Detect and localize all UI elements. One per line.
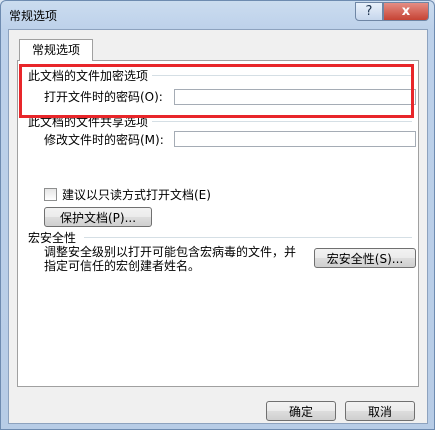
open-password-label: 打开文件时的密码(O): <box>44 90 163 104</box>
sharing-section-title: 此文档的文件共享选项 <box>28 115 149 129</box>
help-button[interactable]: ? <box>355 2 383 21</box>
encryption-section-divider <box>152 75 412 76</box>
help-icon: ? <box>365 4 373 19</box>
dialog-client-area: 常规选项 此文档的文件加密选项 打开文件时的密码(O): 此文档的文件共享选项 … <box>8 29 428 424</box>
ok-button[interactable]: 确定 <box>266 401 336 421</box>
protect-document-button[interactable]: 保护文档(P)... <box>44 207 152 227</box>
title-bar[interactable]: 常规选项 ? x <box>1 1 434 29</box>
modify-password-label: 修改文件时的密码(M): <box>44 133 164 147</box>
dialog-window: 常规选项 ? x 常规选项 此文档的文件加密选项 打开文件时的密码(O): 此文… <box>0 0 435 430</box>
macro-section-title: 宏安全性 <box>28 231 77 245</box>
macro-section-divider <box>84 237 412 238</box>
sharing-section-divider <box>152 121 412 122</box>
close-icon: x <box>401 4 411 19</box>
modify-password-field[interactable] <box>174 131 416 147</box>
dialog-title: 常规选项 <box>9 9 58 23</box>
open-password-field[interactable] <box>174 89 416 105</box>
macro-description: 调整安全级别以打开可能包含宏病毒的文件，并指定可信任的宏创建者姓名。 <box>44 245 297 273</box>
tab-general-options[interactable]: 常规选项 <box>19 39 93 61</box>
cancel-button[interactable]: 取消 <box>345 401 415 421</box>
readonly-checkbox-label[interactable]: 建议以只读方式打开文档(E) <box>62 186 211 203</box>
readonly-checkbox[interactable] <box>44 188 57 201</box>
encryption-section-title: 此文档的文件加密选项 <box>28 69 149 83</box>
macro-security-button[interactable]: 宏安全性(S)... <box>314 248 416 268</box>
tab-panel: 此文档的文件加密选项 打开文件时的密码(O): 此文档的文件共享选项 修改文件时… <box>17 60 419 387</box>
close-button[interactable]: x <box>383 2 429 21</box>
